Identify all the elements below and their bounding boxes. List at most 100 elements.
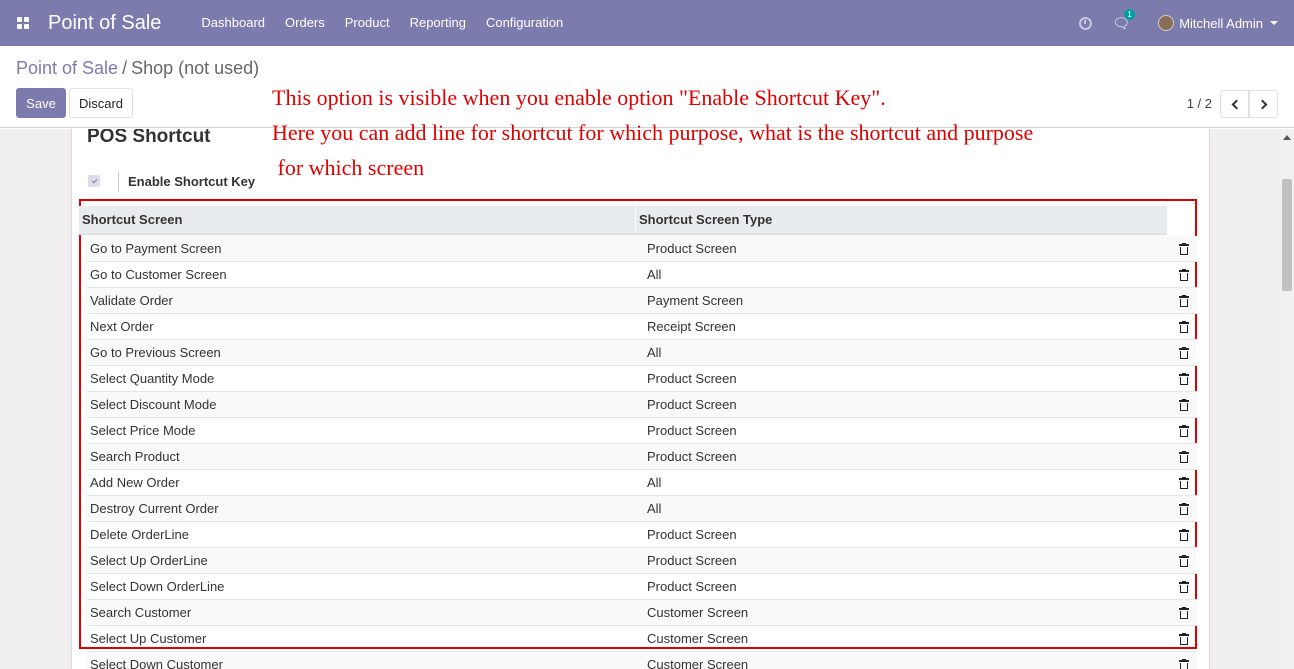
cell-shortcut-screen-type[interactable]: Receipt Screen bbox=[644, 319, 1174, 334]
table-row[interactable]: Select Down OrderLine Product Screen bbox=[87, 574, 1197, 600]
pager-previous-button[interactable] bbox=[1220, 90, 1249, 118]
menu-item-configuration[interactable]: Configuration bbox=[476, 0, 573, 46]
scroll-thumb[interactable] bbox=[1282, 179, 1292, 291]
apps-menu-icon[interactable] bbox=[0, 0, 46, 46]
table-row[interactable]: Search Product Product Screen bbox=[87, 444, 1197, 470]
cell-shortcut-screen-type[interactable]: Product Screen bbox=[644, 371, 1174, 386]
table-row[interactable]: Select Up OrderLine Product Screen bbox=[87, 548, 1197, 574]
activity-clock-icon[interactable] bbox=[1079, 16, 1093, 30]
menu-item-orders[interactable]: Orders bbox=[275, 0, 335, 46]
menu-item-product[interactable]: Product bbox=[335, 0, 400, 46]
cell-shortcut-screen[interactable]: Select Up Customer bbox=[87, 631, 644, 646]
cell-shortcut-screen[interactable]: Select Up OrderLine bbox=[87, 553, 644, 568]
trash-icon[interactable] bbox=[1179, 633, 1189, 645]
table-body: Go to Payment Screen Product Screen Go to … bbox=[87, 236, 1197, 669]
annotation-line-2: Here you can add line for shortcut for w… bbox=[272, 120, 1034, 145]
cell-shortcut-screen[interactable]: Search Customer bbox=[87, 605, 644, 620]
cell-shortcut-screen-type[interactable]: All bbox=[644, 501, 1174, 516]
messaging-menu[interactable]: 🗨 1 bbox=[1112, 8, 1135, 32]
scrollbar[interactable] bbox=[1280, 129, 1294, 669]
cell-shortcut-screen[interactable]: Delete OrderLine bbox=[87, 527, 644, 542]
menu-item-reporting[interactable]: Reporting bbox=[400, 0, 476, 46]
table-row[interactable]: Select Price Mode Product Screen bbox=[87, 418, 1197, 444]
cell-shortcut-screen-type[interactable]: Product Screen bbox=[644, 423, 1174, 438]
pager-value[interactable]: 1 / 2 bbox=[1187, 96, 1212, 111]
table-row[interactable]: Go to Previous Screen All bbox=[87, 340, 1197, 366]
cell-shortcut-screen[interactable]: Validate Order bbox=[87, 293, 644, 308]
cell-shortcut-screen-type[interactable]: Customer Screen bbox=[644, 631, 1174, 646]
cell-shortcut-screen[interactable]: Next Order bbox=[87, 319, 644, 334]
cell-shortcut-screen[interactable]: Go to Previous Screen bbox=[87, 345, 644, 360]
trash-icon[interactable] bbox=[1179, 243, 1189, 255]
annotation-line-1: This option is visible when you enable o… bbox=[272, 85, 886, 110]
table-row[interactable]: Validate Order Payment Screen bbox=[87, 288, 1197, 314]
trash-icon[interactable] bbox=[1179, 581, 1189, 593]
table-row[interactable]: Select Quantity Mode Product Screen bbox=[87, 366, 1197, 392]
cell-shortcut-screen[interactable]: Select Discount Mode bbox=[87, 397, 644, 412]
cell-shortcut-screen-type[interactable]: Product Screen bbox=[644, 527, 1174, 542]
trash-icon[interactable] bbox=[1179, 607, 1189, 619]
cell-shortcut-screen-type[interactable]: All bbox=[644, 267, 1174, 282]
cell-shortcut-screen-type[interactable]: Customer Screen bbox=[644, 657, 1174, 669]
trash-icon[interactable] bbox=[1179, 295, 1189, 307]
table-row[interactable]: Go to Payment Screen Product Screen bbox=[87, 236, 1197, 262]
main-menu: Dashboard Orders Product Reporting Confi… bbox=[191, 0, 573, 46]
caret-down-icon bbox=[1270, 21, 1278, 25]
table-row[interactable]: Select Down Customer Customer Screen bbox=[87, 652, 1197, 669]
scroll-up-arrow-icon[interactable] bbox=[1283, 135, 1291, 140]
cell-shortcut-screen[interactable]: Select Quantity Mode bbox=[87, 371, 644, 386]
cell-shortcut-screen-type[interactable]: Payment Screen bbox=[644, 293, 1174, 308]
table-row[interactable]: Next Order Receipt Screen bbox=[87, 314, 1197, 340]
cell-shortcut-screen-type[interactable]: Product Screen bbox=[644, 579, 1174, 594]
cell-shortcut-screen-type[interactable]: Product Screen bbox=[644, 449, 1174, 464]
trash-icon[interactable] bbox=[1179, 503, 1189, 515]
cell-shortcut-screen[interactable]: Select Price Mode bbox=[87, 423, 644, 438]
enable-shortcut-checkbox[interactable] bbox=[88, 175, 100, 187]
cell-shortcut-screen[interactable]: Go to Customer Screen bbox=[87, 267, 644, 282]
column-header-shortcut-screen[interactable]: Shortcut Screen bbox=[79, 206, 636, 233]
trash-icon[interactable] bbox=[1179, 425, 1189, 437]
pager-next-button[interactable] bbox=[1249, 90, 1278, 118]
table-row[interactable]: Select Up Customer Customer Screen bbox=[87, 626, 1197, 652]
table-row[interactable]: Select Discount Mode Product Screen bbox=[87, 392, 1197, 418]
cell-shortcut-screen-type[interactable]: Customer Screen bbox=[644, 605, 1174, 620]
cell-shortcut-screen-type[interactable]: Product Screen bbox=[644, 397, 1174, 412]
table-header: Shortcut Screen Shortcut Screen Type bbox=[79, 206, 1167, 235]
cell-shortcut-screen[interactable]: Search Product bbox=[87, 449, 644, 464]
user-menu[interactable]: Mitchell Admin bbox=[1158, 15, 1278, 31]
table-row[interactable]: Search Customer Customer Screen bbox=[87, 600, 1197, 626]
cell-shortcut-screen-type[interactable]: Product Screen bbox=[644, 553, 1174, 568]
cell-shortcut-screen[interactable]: Destroy Current Order bbox=[87, 501, 644, 516]
cell-shortcut-screen[interactable]: Add New Order bbox=[87, 475, 644, 490]
menu-item-dashboard[interactable]: Dashboard bbox=[191, 0, 275, 46]
trash-icon[interactable] bbox=[1179, 399, 1189, 411]
trash-icon[interactable] bbox=[1179, 529, 1189, 541]
trash-icon[interactable] bbox=[1179, 451, 1189, 463]
save-button[interactable]: Save bbox=[16, 88, 66, 118]
trash-icon[interactable] bbox=[1179, 269, 1189, 281]
user-name: Mitchell Admin bbox=[1179, 15, 1263, 31]
cell-shortcut-screen[interactable]: Select Down Customer bbox=[87, 657, 644, 669]
trash-icon[interactable] bbox=[1179, 373, 1189, 385]
discard-button[interactable]: Discard bbox=[69, 88, 133, 118]
cell-shortcut-screen-type[interactable]: All bbox=[644, 475, 1174, 490]
trash-icon[interactable] bbox=[1179, 659, 1189, 669]
table-row[interactable]: Delete OrderLine Product Screen bbox=[87, 522, 1197, 548]
breadcrumb-parent[interactable]: Point of Sale bbox=[16, 58, 118, 78]
table-row[interactable]: Destroy Current Order All bbox=[87, 496, 1197, 522]
form-sheet: POS Shortcut Enable Shortcut Key Shortcu… bbox=[71, 129, 1210, 669]
cell-shortcut-screen-type[interactable]: All bbox=[644, 345, 1174, 360]
cell-shortcut-screen[interactable]: Go to Payment Screen bbox=[87, 241, 644, 256]
trash-icon[interactable] bbox=[1179, 347, 1189, 359]
table-row[interactable]: Add New Order All bbox=[87, 470, 1197, 496]
breadcrumb-separator: / bbox=[122, 58, 128, 78]
cell-shortcut-screen-type[interactable]: Product Screen bbox=[644, 241, 1174, 256]
column-header-shortcut-screen-type[interactable]: Shortcut Screen Type bbox=[636, 206, 1166, 233]
trash-icon[interactable] bbox=[1179, 477, 1189, 489]
cell-shortcut-screen[interactable]: Select Down OrderLine bbox=[87, 579, 644, 594]
app-title[interactable]: Point of Sale bbox=[48, 12, 161, 35]
trash-icon[interactable] bbox=[1179, 555, 1189, 567]
breadcrumb: Point of Sale / Shop (not used) bbox=[16, 58, 259, 79]
table-row[interactable]: Go to Customer Screen All bbox=[87, 262, 1197, 288]
trash-icon[interactable] bbox=[1179, 321, 1189, 333]
